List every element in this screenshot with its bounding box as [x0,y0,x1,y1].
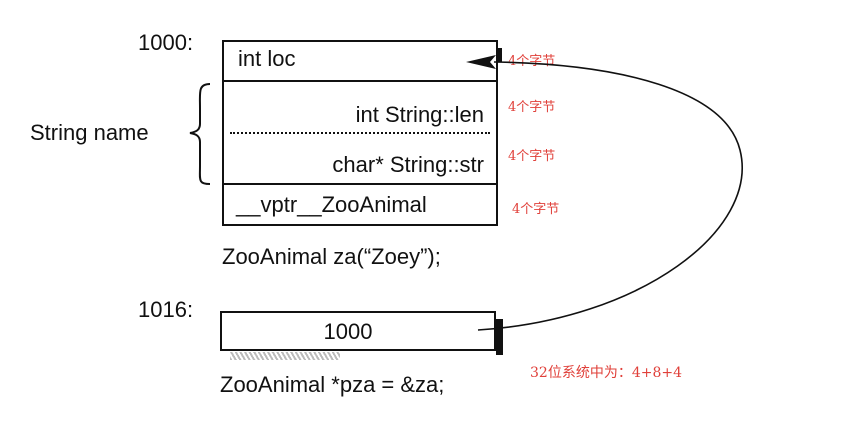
pointer-box-shadow [496,319,503,355]
za-box-shadow-top [498,48,502,62]
pointer-arrow-curve [477,61,743,331]
pointer-arrow-head [466,55,496,69]
string-brace [189,83,211,185]
diagram-graphics [189,48,743,355]
